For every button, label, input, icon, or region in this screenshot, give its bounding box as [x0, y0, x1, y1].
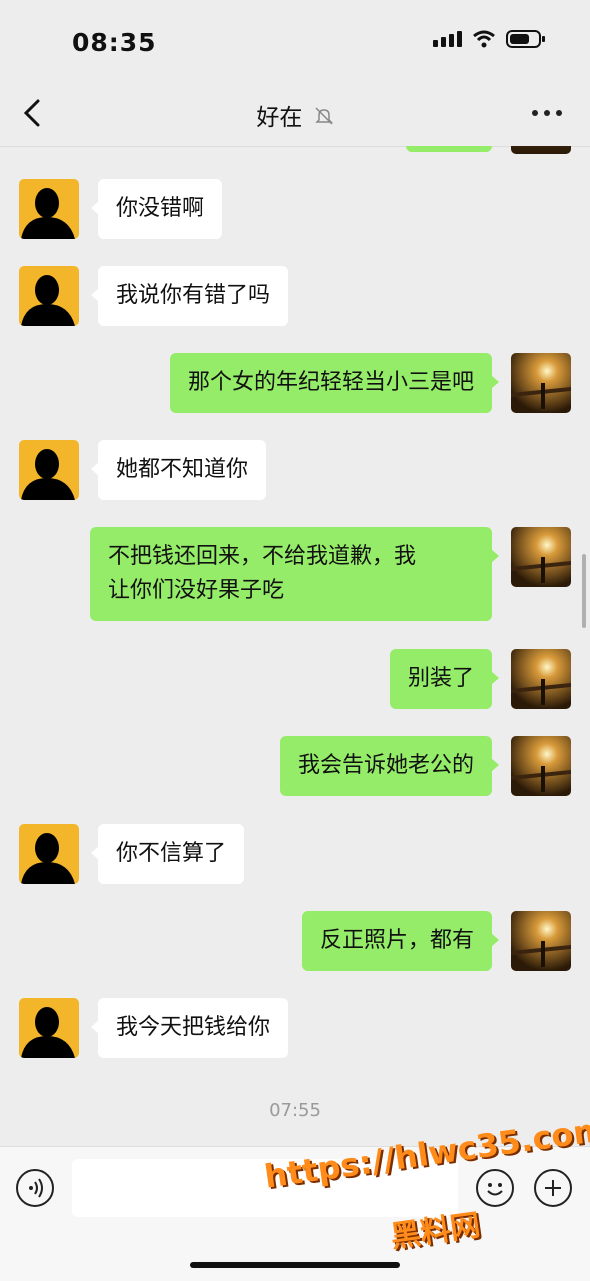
- plus-icon[interactable]: [534, 1169, 572, 1207]
- chat-messages: 你没错啊 我说你有错了吗 那个女的年纪轻轻当小三是吧 她都不知道你 不把钱还回来…: [0, 146, 590, 1146]
- my-avatar[interactable]: [511, 649, 571, 709]
- mute-bell-icon: [314, 106, 334, 132]
- home-indicator: [190, 1262, 400, 1268]
- message-bubble[interactable]: 她都不知道你: [90, 440, 267, 500]
- message-bubble[interactable]: 那个女的年纪轻轻当小三是吧: [169, 353, 500, 413]
- voice-icon[interactable]: [16, 1169, 54, 1207]
- my-avatar[interactable]: [511, 911, 571, 971]
- my-avatar[interactable]: [511, 527, 571, 587]
- message-bubble[interactable]: 我今天把钱给你: [90, 998, 289, 1058]
- emoji-icon[interactable]: [476, 1169, 514, 1207]
- contact-avatar[interactable]: [19, 266, 79, 326]
- message-bubble[interactable]: 反正照片，都有: [301, 911, 500, 971]
- contact-avatar[interactable]: [19, 440, 79, 500]
- contact-avatar[interactable]: [19, 824, 79, 884]
- status-time: 08:35: [72, 28, 157, 57]
- battery-icon: [506, 30, 546, 48]
- previous-message-bubble: [406, 146, 492, 152]
- more-icon[interactable]: [532, 110, 562, 116]
- scrollbar[interactable]: [582, 554, 586, 628]
- message-bubble[interactable]: 别装了: [389, 649, 500, 709]
- chat-title-wrap: 好在: [0, 98, 590, 132]
- message-bubble[interactable]: 你不信算了: [90, 824, 245, 884]
- message-bubble[interactable]: 我说你有错了吗: [90, 266, 289, 326]
- contact-avatar[interactable]: [19, 998, 79, 1058]
- status-icons: [433, 30, 546, 48]
- previous-avatar: [511, 146, 571, 154]
- contact-avatar[interactable]: [19, 179, 79, 239]
- chat-title: 好在: [256, 105, 303, 131]
- my-avatar[interactable]: [511, 353, 571, 413]
- message-bubble[interactable]: 我会告诉她老公的: [279, 736, 500, 796]
- my-avatar[interactable]: [511, 736, 571, 796]
- wifi-icon: [472, 30, 496, 48]
- status-bar: 08:35: [0, 0, 590, 80]
- chat-header: 好在: [0, 80, 590, 147]
- message-bubble[interactable]: 不把钱还回来，不给我道歉，我 让你们没好果子吃: [90, 527, 499, 621]
- message-timestamp: 07:55: [269, 1100, 321, 1121]
- message-bubble[interactable]: 你没错啊: [90, 179, 223, 239]
- signal-icon: [433, 31, 462, 47]
